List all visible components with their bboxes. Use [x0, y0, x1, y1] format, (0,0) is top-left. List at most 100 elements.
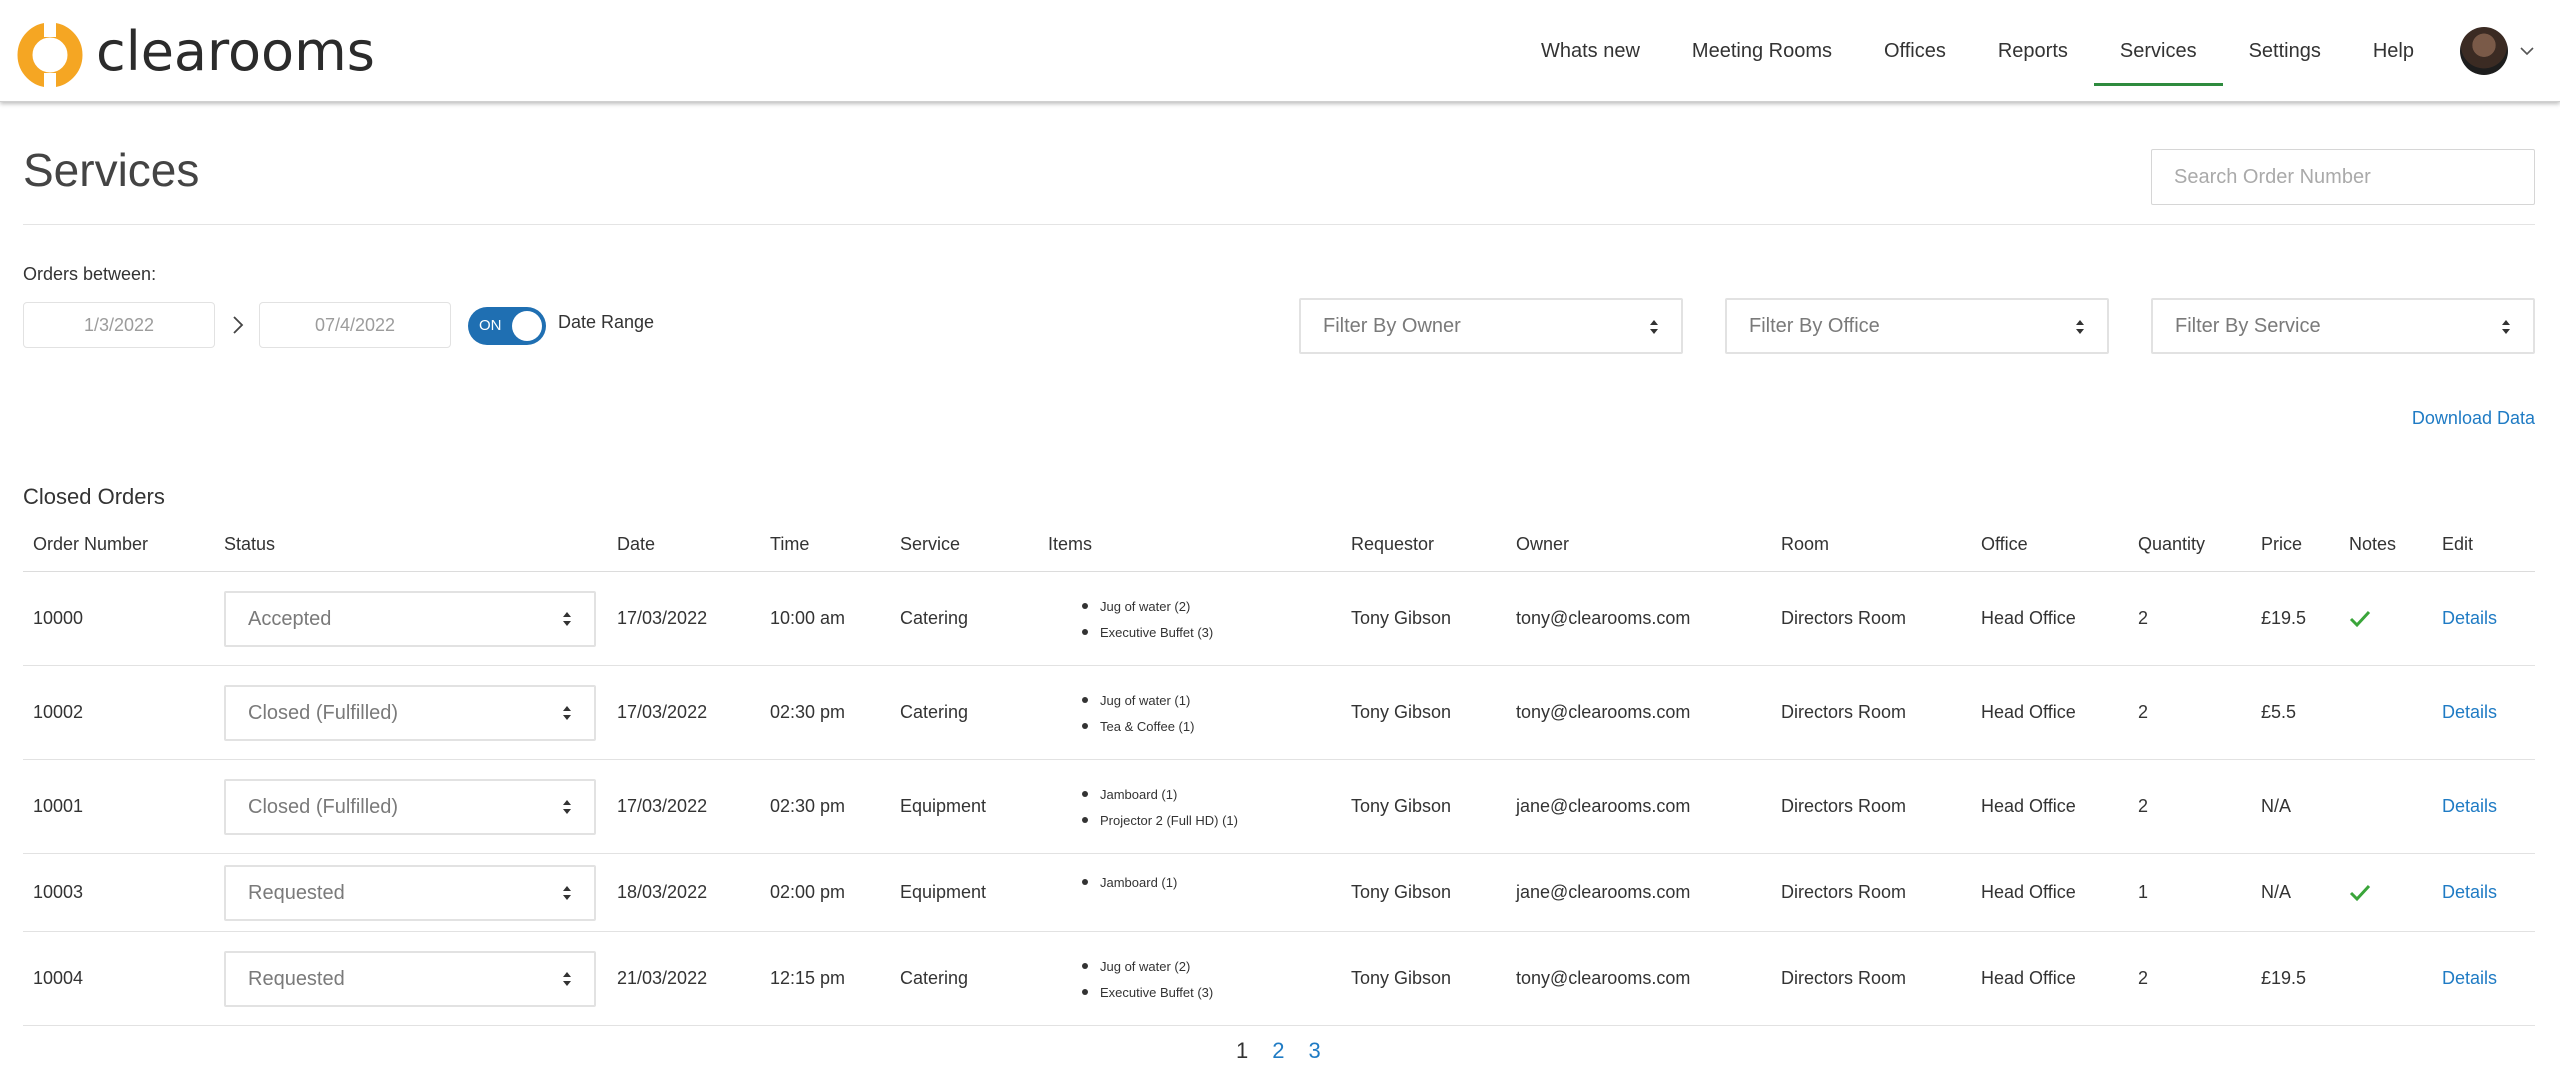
table-row: 10003 Requested 18/03/2022 02:00 pm Equi…	[23, 854, 2535, 932]
order-room: Directors Room	[1781, 608, 1907, 628]
sort-arrows-icon	[563, 886, 571, 900]
search-order-input[interactable]	[2151, 149, 2535, 205]
nav-offices[interactable]: Offices	[1858, 0, 1972, 102]
status-select[interactable]: Closed (Fulfilled)	[224, 685, 596, 741]
order-items: Jamboard (1)	[1080, 870, 1177, 896]
status-select[interactable]: Closed (Fulfilled)	[224, 779, 596, 835]
order-price: N/A	[2261, 796, 2292, 816]
header-date: Date	[617, 534, 656, 554]
order-number: 10003	[33, 882, 84, 902]
list-item: Projector 2 (Full HD) (1)	[1080, 808, 1238, 834]
order-time: 12:15 pm	[770, 968, 846, 988]
toggle-state: ON	[479, 317, 502, 334]
order-date: 21/03/2022	[617, 968, 708, 988]
sort-arrows-icon	[563, 800, 571, 814]
order-office: Head Office	[1981, 968, 2076, 988]
closed-orders-title: Closed Orders	[23, 484, 165, 509]
order-service: Catering	[900, 968, 969, 988]
status-select[interactable]: Accepted	[224, 591, 596, 647]
page-2[interactable]: 2	[1272, 1038, 1284, 1064]
status-select[interactable]: Requested	[224, 865, 596, 921]
order-date: 17/03/2022	[617, 796, 708, 816]
pagination: 1 2 3	[1236, 1038, 1321, 1064]
details-link[interactable]: Details	[2442, 968, 2497, 989]
order-service: Equipment	[900, 882, 987, 902]
order-quantity: 2	[2138, 608, 2149, 628]
clearooms-logo-icon	[17, 21, 83, 89]
order-requestor: Tony Gibson	[1351, 608, 1452, 628]
page-1[interactable]: 1	[1236, 1038, 1248, 1064]
list-item: Jamboard (1)	[1080, 870, 1177, 896]
status-value: Accepted	[248, 607, 332, 630]
avatar[interactable]	[2460, 27, 2508, 75]
order-room: Directors Room	[1781, 882, 1907, 902]
list-item: Jug of water (2)	[1080, 954, 1213, 980]
download-data-link[interactable]: Download Data	[2412, 408, 2535, 429]
clearooms-logo[interactable]: clearooms	[16, 20, 375, 90]
status-value: Requested	[248, 881, 345, 904]
order-office: Head Office	[1981, 608, 2076, 628]
filter-office-select[interactable]: Filter By Office	[1725, 298, 2109, 354]
details-link[interactable]: Details	[2442, 796, 2497, 817]
header-notes: Notes	[2349, 534, 2397, 554]
filter-office-text: Filter By Office	[1749, 314, 1880, 337]
details-link[interactable]: Details	[2442, 702, 2497, 723]
header-service: Service	[900, 534, 961, 554]
order-room: Directors Room	[1781, 702, 1907, 722]
date-range-toggle[interactable]: ON	[468, 307, 546, 345]
order-quantity: 2	[2138, 968, 2149, 988]
table-row: 10004 Requested 21/03/2022 12:15 pm Cate…	[23, 932, 2535, 1026]
order-price: £5.5	[2261, 702, 2297, 722]
status-select[interactable]: Requested	[224, 951, 596, 1007]
filter-service-select[interactable]: Filter By Service	[2151, 298, 2535, 354]
table-row: 10002 Closed (Fulfilled) 17/03/2022 02:3…	[23, 666, 2535, 760]
page-3[interactable]: 3	[1309, 1038, 1321, 1064]
header-time: Time	[770, 534, 810, 554]
order-office: Head Office	[1981, 882, 2076, 902]
header-owner: Owner	[1516, 534, 1570, 554]
order-price: £19.5	[2261, 968, 2307, 988]
nav-settings[interactable]: Settings	[2223, 0, 2347, 102]
checkmark-icon	[2349, 884, 2371, 902]
nav-whats-new[interactable]: Whats new	[1515, 0, 1666, 102]
order-office: Head Office	[1981, 796, 2076, 816]
order-number: 10004	[33, 968, 84, 988]
details-link[interactable]: Details	[2442, 608, 2497, 629]
filter-owner-select[interactable]: Filter By Owner	[1299, 298, 1683, 354]
status-value: Closed (Fulfilled)	[248, 795, 399, 818]
order-price: £19.5	[2261, 608, 2307, 628]
user-menu[interactable]	[2440, 0, 2560, 102]
order-service: Catering	[900, 608, 969, 628]
header-requestor: Requestor	[1351, 534, 1435, 554]
order-requestor: Tony Gibson	[1351, 702, 1452, 722]
nav-help[interactable]: Help	[2347, 0, 2440, 102]
list-item: Jug of water (2)	[1080, 594, 1213, 620]
order-date: 18/03/2022	[617, 882, 708, 902]
list-item: Jamboard (1)	[1080, 782, 1238, 808]
list-item: Executive Buffet (3)	[1080, 620, 1213, 646]
order-time: 02:00 pm	[770, 882, 846, 902]
order-items: Jug of water (2) Executive Buffet (3)	[1080, 954, 1213, 1006]
order-owner: tony@clearooms.com	[1516, 702, 1691, 722]
details-link[interactable]: Details	[2442, 882, 2497, 903]
order-room: Directors Room	[1781, 796, 1907, 816]
table-row: 10000 Accepted 17/03/2022 10:00 am Cater…	[23, 572, 2535, 666]
order-service: Equipment	[900, 796, 987, 816]
status-value: Closed (Fulfilled)	[248, 701, 399, 724]
nav-services[interactable]: Services	[2093, 0, 2223, 102]
chevron-down-icon[interactable]	[2518, 42, 2536, 60]
order-time: 02:30 pm	[770, 702, 846, 722]
order-requestor: Tony Gibson	[1351, 882, 1452, 902]
date-range-label: Date Range	[558, 312, 655, 332]
start-date-input[interactable]	[23, 302, 215, 348]
order-owner: tony@clearooms.com	[1516, 608, 1691, 628]
order-owner: jane@clearooms.com	[1516, 882, 1691, 902]
header-room: Room	[1781, 534, 1830, 554]
list-item: Tea & Coffee (1)	[1080, 714, 1194, 740]
toggle-knob	[512, 311, 542, 341]
order-number: 10001	[33, 796, 84, 816]
end-date-input[interactable]	[259, 302, 451, 348]
header-quantity: Quantity	[2138, 534, 2206, 554]
nav-reports[interactable]: Reports	[1972, 0, 2094, 102]
nav-meeting-rooms[interactable]: Meeting Rooms	[1666, 0, 1858, 102]
